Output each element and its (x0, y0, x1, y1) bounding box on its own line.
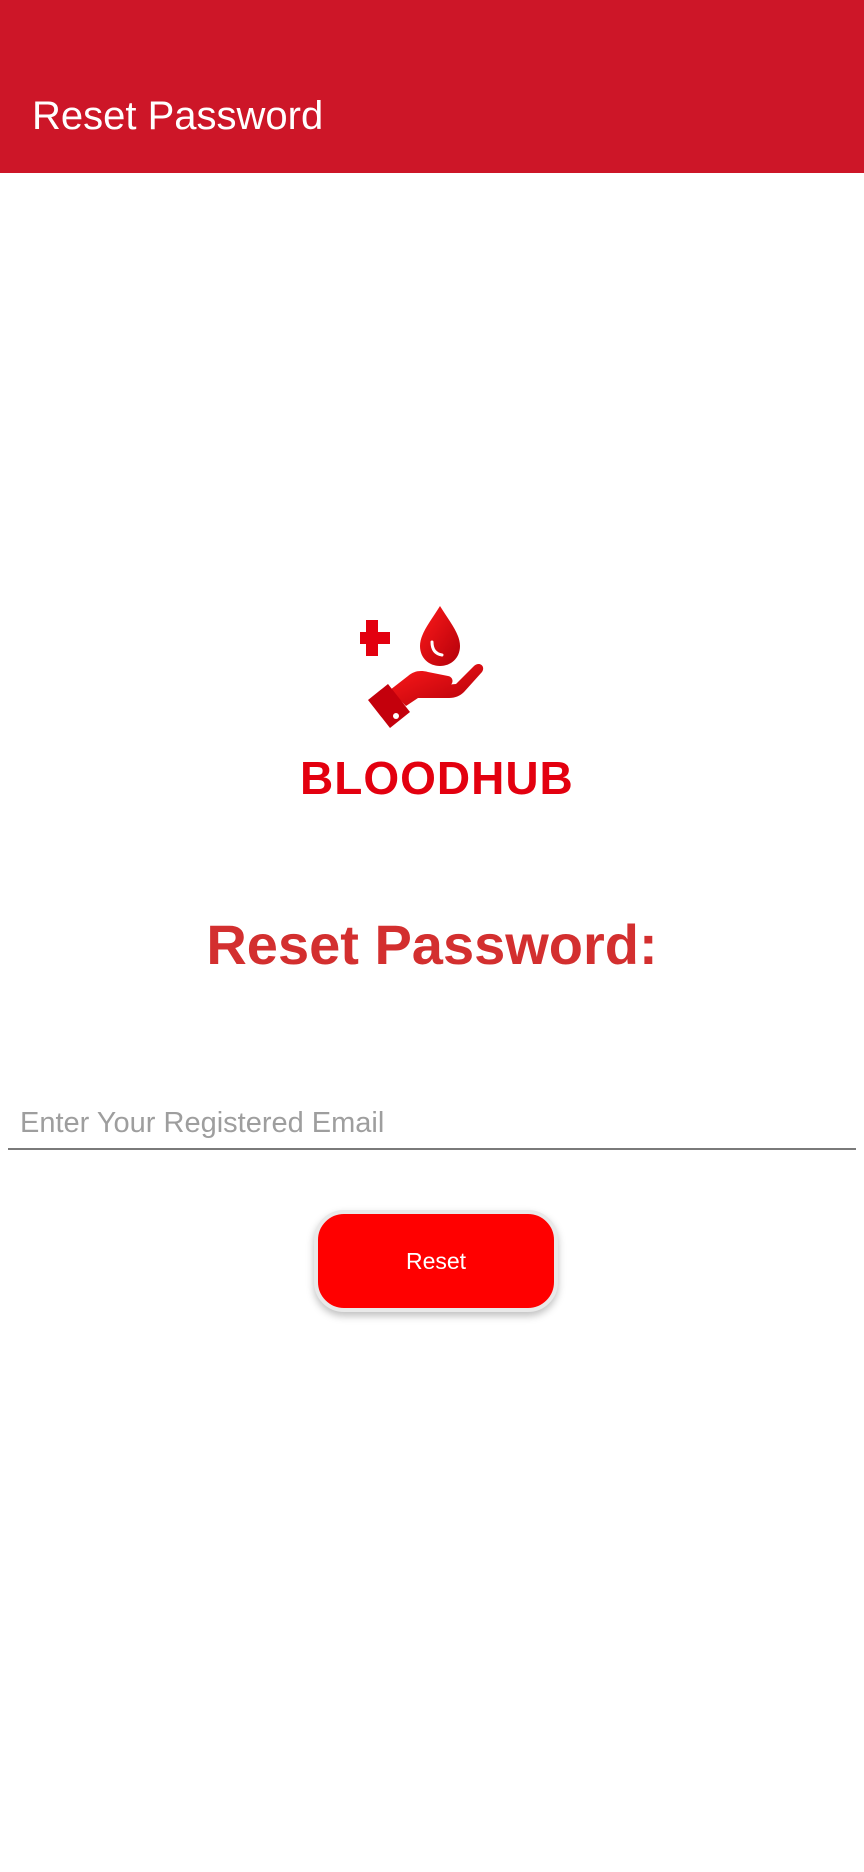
hand-blood-drop-cross-icon (360, 606, 484, 728)
reset-button[interactable]: Reset (314, 1210, 558, 1312)
page-heading: Reset Password: (206, 913, 658, 976)
email-input[interactable] (8, 1098, 856, 1150)
app-bar: Reset Password (0, 0, 864, 173)
logo-text: BLOODHUB (300, 752, 574, 804)
bloodhub-logo: BLOODHUB (300, 604, 574, 804)
app-bar-title: Reset Password (32, 94, 324, 138)
